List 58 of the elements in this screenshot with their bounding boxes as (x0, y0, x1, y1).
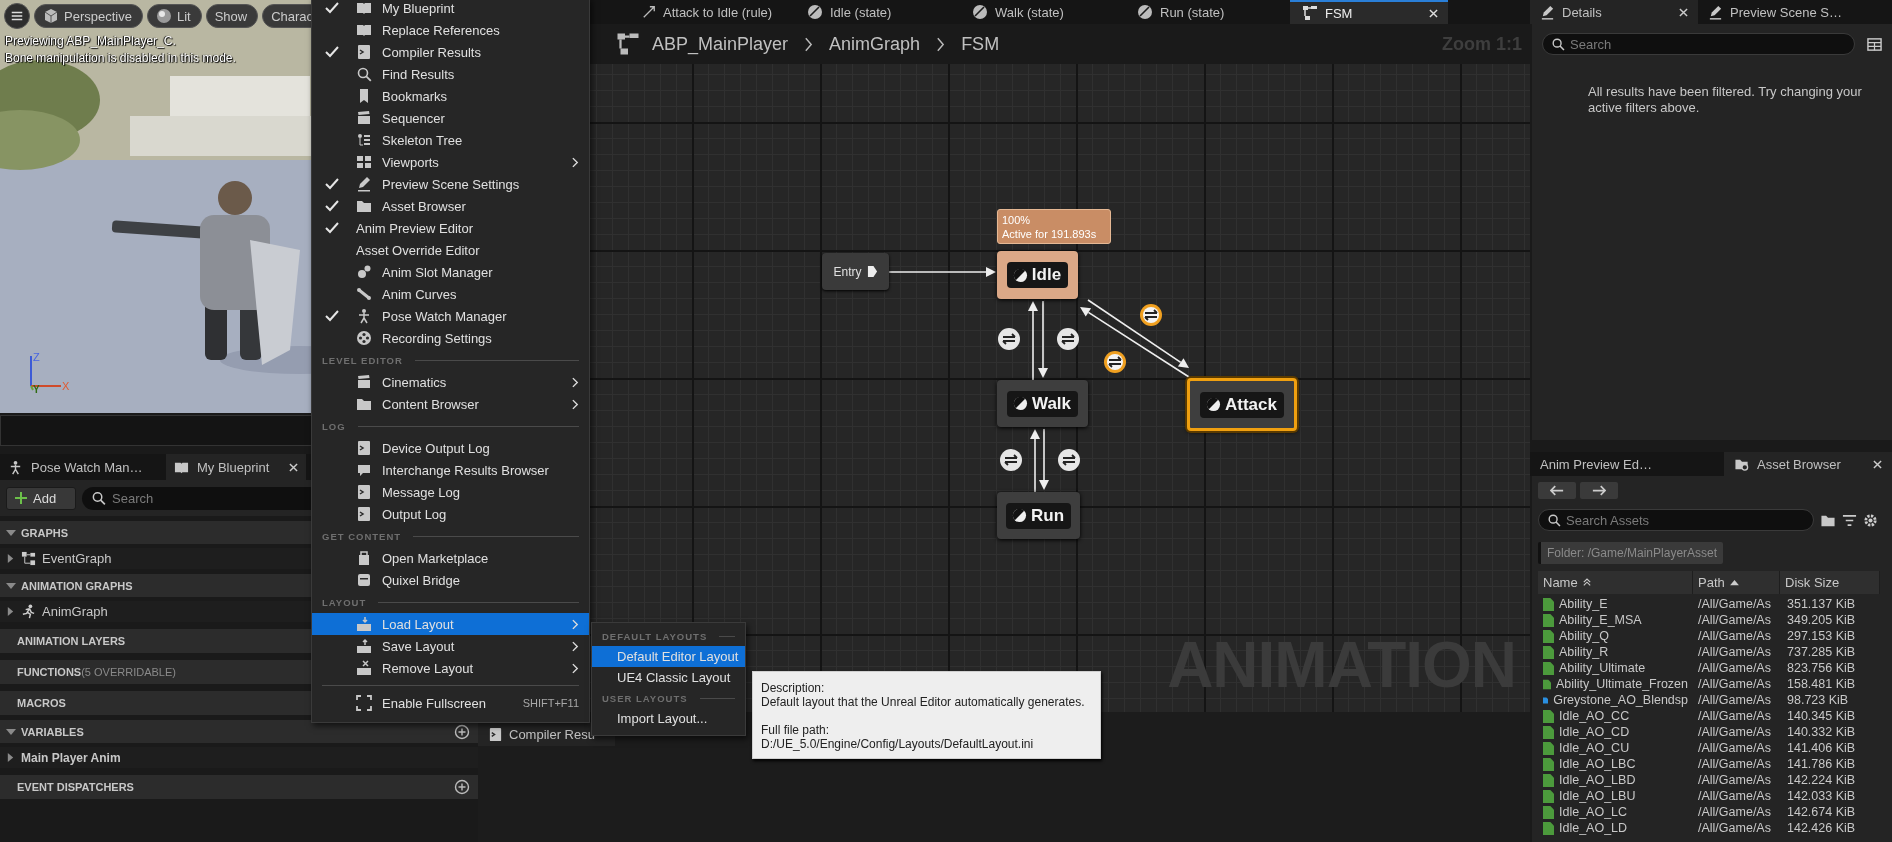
table-cell-text: /All/Game/As (1697, 676, 1772, 692)
table-cell-text: /All/Game/As (1697, 596, 1772, 612)
axis-label: Z (33, 352, 40, 363)
menu-section-header: USER LAYOUTS (602, 692, 688, 704)
table-cell-text: 142.426 KiB (1786, 820, 1857, 836)
table-cell-text: /All/Game/As (1697, 708, 1772, 724)
table-cell-text: 142.674 KiB (1786, 804, 1857, 820)
category-title: FUNCTIONS(5 OVERRIDABLE) (17, 666, 176, 678)
table-cell-text: /All/Game/As (1697, 612, 1772, 628)
table-cell-text: 140.332 KiB (1786, 724, 1857, 740)
table-cell-text: 142.224 KiB (1786, 772, 1857, 788)
category-title: GRAPHS (21, 526, 69, 539)
shortcut-label: SHIFT+F11 (522, 697, 579, 709)
viewport-message: Previewing ABP_MainPlayer_C. (5, 33, 177, 50)
state-title: Walk (1006, 390, 1078, 417)
category-title: VARIABLES (21, 725, 84, 738)
table-cell-text: 349.205 KiB (1786, 612, 1857, 628)
category-title: ANIMATION GRAPHS (21, 579, 133, 592)
category-title: EVENT DISPATCHERS (17, 781, 134, 793)
category-title: ANIMATION LAYERS (17, 635, 126, 647)
axis-label: X (62, 381, 70, 392)
table-cell-text: /All/Game/As (1697, 772, 1772, 788)
state-title: Idle (1006, 262, 1069, 288)
table-cell-text: 141.406 KiB (1786, 740, 1857, 756)
table-cell-text: 158.481 KiB (1786, 676, 1857, 692)
table-cell-text: 823.756 KiB (1786, 660, 1857, 676)
table-cell-text: 141.786 KiB (1786, 756, 1857, 772)
viewport-message: Bone manipulation is disabled in this mode. (5, 50, 236, 67)
table-cell-text: 737.285 KiB (1786, 644, 1857, 660)
table-cell-text: 351.137 KiB (1786, 596, 1857, 612)
table-cell-text: /All/Game/As (1697, 692, 1772, 708)
table-cell-text: 98.723 KiB (1786, 692, 1850, 708)
state-tooltip: 100% Active for 191.893s (997, 209, 1111, 244)
table-cell-text: /All/Game/As (1697, 820, 1772, 836)
category-title: MACROS (17, 697, 66, 709)
table-cell-text: /All/Game/As (1697, 788, 1772, 804)
tooltip-text: Full file path: (761, 723, 830, 737)
table-cell-text: 297.153 KiB (1786, 628, 1857, 644)
state-title: Attack (1200, 391, 1284, 418)
table-cell-text: 140.345 KiB (1786, 708, 1857, 724)
menu-section-header: LOG (322, 420, 346, 432)
table-cell-text: /All/Game/As (1697, 756, 1772, 772)
menu-section-header: DEFAULT LAYOUTS (602, 630, 708, 642)
menu-section-header: GET CONTENT (322, 530, 402, 542)
table-cell-text: /All/Game/As (1697, 628, 1772, 644)
tooltip-text: D:/UE_5.0/Engine/Config/Layouts/DefaultLayout.ini (761, 737, 1034, 751)
table-cell-text: 142.033 KiB (1786, 788, 1857, 804)
table-cell-text: /All/Game/As (1697, 724, 1772, 740)
table-cell-text: /All/Game/As (1697, 644, 1772, 660)
table-cell-text: /All/Game/As (1697, 740, 1772, 756)
table-cell-text: /All/Game/As (1697, 804, 1772, 820)
empty-message: All results have been filtered. Try changing your active filters above. (1588, 84, 1863, 116)
menu-section-header: LEVEL EDITOR (322, 354, 403, 366)
tooltip-text: Description: (761, 681, 825, 695)
axis-label: Y (33, 385, 40, 395)
table-cell-text: /All/Game/As (1697, 660, 1772, 676)
state-title: Run (1005, 502, 1071, 529)
tooltip-text: Default layout that the Unreal Editor automatically generates. (761, 695, 1085, 709)
